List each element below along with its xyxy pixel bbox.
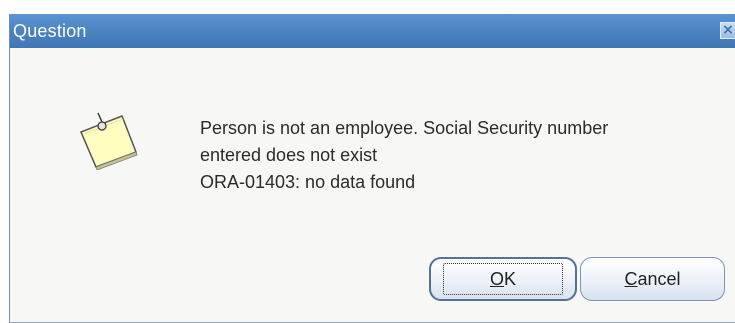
cancel-button[interactable]: Cancel xyxy=(580,257,725,301)
dialog-titlebar[interactable]: Question × xyxy=(10,14,735,48)
message-line: entered does not exist xyxy=(200,145,378,165)
cancel-button-label: ancel xyxy=(637,269,681,289)
message-line: ORA-01403: no data found xyxy=(200,172,416,192)
note-icon xyxy=(80,112,138,170)
dialog-title: Question xyxy=(13,21,87,41)
dialog-message: Person is not an employee. Social Securi… xyxy=(200,115,730,196)
ok-button[interactable]: OK xyxy=(429,257,577,301)
focus-outline xyxy=(443,263,563,295)
message-line: Person is not an employee. Social Securi… xyxy=(200,118,609,138)
cancel-button-mnemonic: C xyxy=(624,269,638,289)
question-dialog: Question × Person is not an employee. So… xyxy=(9,14,735,323)
close-icon[interactable]: × xyxy=(720,22,735,39)
